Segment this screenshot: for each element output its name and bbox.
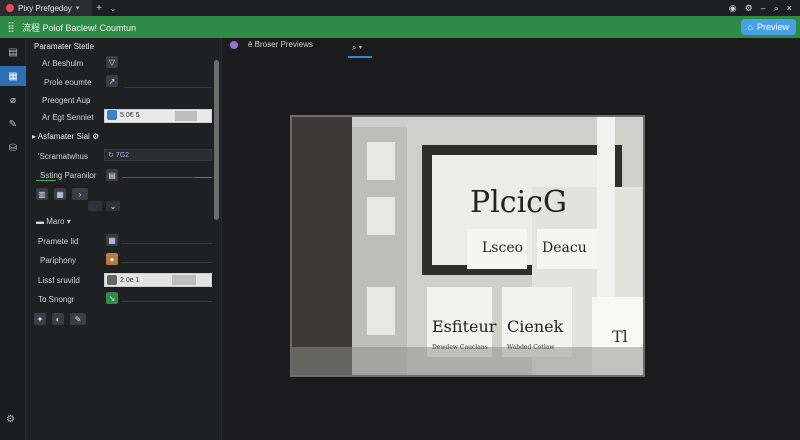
slider-fill — [195, 177, 212, 178]
active-indicator — [36, 180, 56, 181]
rail-bucket-icon[interactable]: ⛁ — [0, 138, 26, 158]
app-icon — [6, 4, 14, 12]
row-label: Lissf sruvild — [38, 276, 80, 285]
edit-icon[interactable]: ✎ — [70, 313, 86, 325]
lissf-bar — [172, 275, 196, 285]
card1-text: Lsceo — [482, 240, 523, 256]
more-row[interactable]: ▬ Maro ▾ — [36, 217, 71, 226]
viewer-tab-icon — [230, 40, 238, 49]
row-label: To Snongr — [38, 295, 75, 304]
row-label: Prole eoumte — [44, 78, 92, 87]
toggle-icon-2[interactable]: ▦ — [54, 188, 66, 200]
chevron-down-icon[interactable]: ⌄ — [106, 201, 120, 211]
gear-icon[interactable]: ⚙ — [6, 414, 15, 425]
card5-text: Tl — [612, 327, 628, 346]
preview-photo: PlcicG Lsceo Deacu Esfiteur Cienek Tl De… — [290, 115, 645, 377]
row-label: Pramete lid — [38, 237, 79, 246]
app-title: 流程 Polof Baclew! Coumtun — [22, 22, 137, 33]
scrama-value-text: 7G2 — [115, 152, 130, 159]
app-grid-icon[interactable]: ⣿ — [0, 22, 22, 33]
person-icon[interactable]: ● — [106, 253, 118, 265]
value-bar — [175, 111, 197, 121]
viewer-tab-label[interactable]: ē Broser Previews — [248, 40, 313, 49]
row-label: Ar Beshulm — [42, 59, 84, 68]
row-label: Sѕting Paranilor — [40, 171, 97, 180]
value-icon — [107, 110, 117, 120]
divider — [122, 301, 212, 302]
preview-label: Preview — [756, 22, 789, 32]
window-controls: ◉ ⚙ – ⌕ × — [729, 3, 800, 14]
photo-scene: PlcicG Lsceo Deacu Esfiteur Cienek Tl De… — [292, 117, 643, 375]
divider — [122, 262, 212, 263]
section-title-1: Paramater Stetle — [34, 42, 95, 51]
row-label: Preogent Aup — [42, 96, 91, 105]
notifications-icon[interactable]: ◉ — [729, 3, 737, 14]
row-label: Pariphony — [40, 256, 77, 265]
snap-icon[interactable]: ↘ — [106, 292, 118, 304]
chat-icon[interactable]: ◐ — [52, 313, 64, 325]
more-label: Maro — [46, 217, 65, 226]
search-icon[interactable]: ⌕ — [774, 3, 779, 14]
arrow-icon[interactable]: ↗ — [106, 75, 118, 87]
tab-title: Pixy Prefgedoy — [18, 3, 72, 13]
settings-icon[interactable]: ⚙ — [745, 3, 753, 14]
rail-list-icon[interactable]: ▤ — [0, 42, 26, 62]
scrama-value: ↻ 7G2 — [108, 152, 130, 159]
preview-button[interactable]: ⌂ Preview — [740, 19, 796, 35]
active-tab-underline — [348, 56, 372, 58]
close-button[interactable]: × — [787, 3, 792, 14]
divider — [124, 87, 212, 88]
new-tab-button[interactable]: + — [92, 1, 106, 15]
rail-tag-icon[interactable]: ✎ — [0, 114, 26, 134]
gear-icon: ⚙ — [92, 132, 100, 141]
preview-icon: ⌂ — [747, 22, 753, 32]
forward-icon[interactable]: › — [72, 188, 88, 200]
lissf-icon — [107, 275, 117, 285]
row-label: 'Scramatwhus — [38, 152, 88, 161]
title-bar: Pixy Prefgedoy ▾ + ⌄ ◉ ⚙ – ⌕ × — [0, 0, 800, 16]
card4-text: Cienek — [507, 317, 564, 336]
section-title-2: ▸ Asfamater Sial ⚙ — [32, 132, 100, 141]
stitching-icon[interactable]: ▤ — [106, 169, 118, 181]
chevron-down-icon[interactable]: ▾ — [76, 4, 80, 12]
whiteboard-text: PlcicG — [470, 185, 567, 220]
panel-scrollbar[interactable] — [214, 60, 219, 220]
app-header: ⣿ 流程 Polof Baclew! Coumtun ⌂ Preview — [0, 16, 800, 38]
lissf-value: 2.0e 1 — [120, 277, 140, 284]
divider — [122, 243, 212, 244]
image-icon[interactable]: ▦ — [106, 234, 118, 246]
viewer-tabs: ē Broser Previews — [230, 40, 313, 49]
left-rail: ▤ ▦ ⌀ ✎ ⛁ — [0, 38, 26, 440]
tab-list-button[interactable]: ⌄ — [106, 1, 120, 15]
card3-text: Esfiteur — [432, 317, 497, 336]
filter-icon[interactable]: ▽ — [106, 56, 118, 68]
caption-left: Dewdew Cauclans — [432, 344, 488, 351]
value-text: 5.0€ 5 — [120, 112, 140, 119]
card2-text: Deacu — [542, 240, 587, 256]
rail-clip-icon[interactable]: ⌀ — [0, 90, 26, 110]
caption-right: Wabded Cotlaw — [507, 344, 555, 351]
minimize-button[interactable]: – — [761, 3, 766, 14]
sub-toggle-1[interactable] — [88, 201, 102, 211]
toggle-icon-1[interactable]: ▥ — [36, 188, 48, 200]
rail-doc-icon[interactable]: ▦ — [0, 66, 26, 86]
section-title-2-text: Asfamater Sial — [37, 132, 90, 141]
window-tab[interactable]: Pixy Prefgedoy ▾ — [0, 0, 92, 16]
row-label: Ar Egt Senniet — [42, 113, 94, 122]
magnify-icon[interactable]: ⌕ ▾ — [352, 43, 362, 53]
twitter-icon[interactable]: ✦ — [34, 313, 46, 325]
